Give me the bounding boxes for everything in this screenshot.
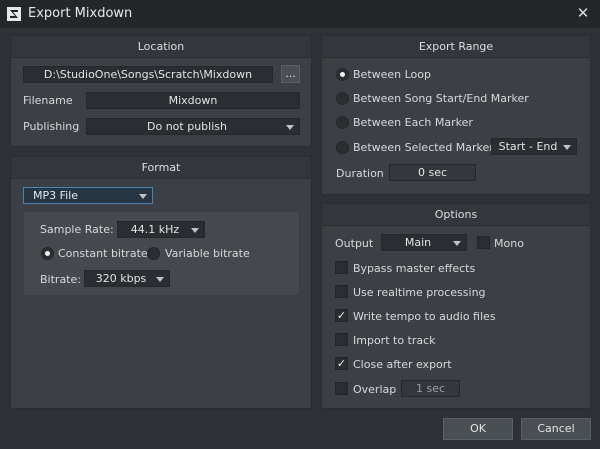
options-panel: Options Output Main Mono Bypass master e… xyxy=(321,203,591,409)
overlap-field[interactable]: 1 sec xyxy=(401,380,460,397)
file-type-select[interactable]: MP3 File xyxy=(23,187,153,204)
range-between-loop-label: Between Loop xyxy=(353,68,432,81)
close-after-export-checkbox[interactable]: ✓ xyxy=(335,357,348,370)
sample-rate-select[interactable]: 44.1 kHz xyxy=(117,221,205,238)
chevron-down-icon xyxy=(453,241,461,246)
publishing-label: Publishing xyxy=(23,120,80,133)
filename-label: Filename xyxy=(23,94,73,107)
realtime-processing-label: Use realtime processing xyxy=(353,286,486,299)
cancel-button[interactable]: Cancel xyxy=(521,418,591,440)
marker-range-value: Start - End xyxy=(498,140,558,153)
bypass-master-effects-checkbox[interactable] xyxy=(335,261,348,274)
chevron-down-icon xyxy=(191,228,199,233)
chevron-down-icon xyxy=(139,194,147,199)
export-range-header: Export Range xyxy=(322,36,590,58)
range-selected-markers-label: Between Selected Markers xyxy=(353,141,500,154)
location-panel: Location D:\StudioOne\Songs\Scratch\Mixd… xyxy=(10,35,312,147)
chevron-down-icon xyxy=(286,125,294,130)
duration-label: Duration xyxy=(336,167,384,180)
ok-button[interactable]: OK xyxy=(443,418,513,440)
output-value: Main xyxy=(404,236,432,249)
filename-input[interactable]: Mixdown xyxy=(86,92,300,109)
title-bar: Export Mixdown ✕ xyxy=(0,0,600,28)
export-range-panel: Export Range Between Loop Between Song S… xyxy=(321,35,591,195)
chevron-down-icon xyxy=(563,145,571,150)
bitrate-label: Bitrate: xyxy=(40,273,81,286)
format-header: Format xyxy=(11,157,311,179)
format-panel: Format MP3 File Sample Rate: 44.1 kHz Co… xyxy=(10,156,312,409)
bypass-master-effects-label: Bypass master effects xyxy=(353,262,476,275)
output-label: Output xyxy=(335,237,374,250)
sample-rate-label: Sample Rate: xyxy=(40,223,114,236)
close-icon[interactable]: ✕ xyxy=(574,4,592,22)
write-tempo-checkbox[interactable]: ✓ xyxy=(335,309,348,322)
bitrate-select[interactable]: 320 kbps xyxy=(84,270,170,287)
range-each-marker-label: Between Each Marker xyxy=(353,116,473,129)
write-tempo-label: Write tempo to audio files xyxy=(353,310,496,323)
sample-rate-value: 44.1 kHz xyxy=(130,223,180,236)
chevron-down-icon xyxy=(156,277,164,282)
range-song-marker-label: Between Song Start/End Marker xyxy=(353,92,529,105)
import-to-track-label: Import to track xyxy=(353,334,436,347)
bitrate-value: 320 kbps xyxy=(95,272,147,285)
mono-label: Mono xyxy=(494,237,524,250)
path-field[interactable]: D:\StudioOne\Songs\Scratch\Mixdown xyxy=(23,66,273,83)
range-song-marker-radio[interactable] xyxy=(336,92,349,105)
variable-bitrate-label: Variable bitrate xyxy=(165,247,250,260)
format-settings-group: Sample Rate: 44.1 kHz Constant bitrate V… xyxy=(23,211,300,296)
file-type-value: MP3 File xyxy=(33,189,79,202)
range-between-loop-radio[interactable] xyxy=(336,68,349,81)
location-header: Location xyxy=(11,36,311,58)
publishing-select[interactable]: Do not publish xyxy=(86,118,300,135)
import-to-track-checkbox[interactable] xyxy=(335,333,348,346)
overlap-label: Overlap xyxy=(353,383,397,396)
options-header: Options xyxy=(322,204,590,226)
range-selected-markers-radio[interactable] xyxy=(336,141,349,154)
constant-bitrate-radio[interactable] xyxy=(41,247,54,260)
overlap-checkbox[interactable] xyxy=(335,382,348,395)
variable-bitrate-radio[interactable] xyxy=(147,247,160,260)
constant-bitrate-label: Constant bitrate xyxy=(58,247,148,260)
duration-field: 0 sec xyxy=(389,164,476,181)
realtime-processing-checkbox[interactable] xyxy=(335,285,348,298)
publishing-value: Do not publish xyxy=(147,120,227,133)
studio-one-logo-icon xyxy=(7,7,21,21)
marker-range-select[interactable]: Start - End xyxy=(491,138,577,155)
close-after-export-label: Close after export xyxy=(353,358,452,371)
mono-checkbox[interactable] xyxy=(477,236,490,249)
range-each-marker-radio[interactable] xyxy=(336,116,349,129)
window-title: Export Mixdown xyxy=(28,6,133,21)
output-select[interactable]: Main xyxy=(381,234,467,251)
browse-button[interactable]: ... xyxy=(281,65,300,83)
